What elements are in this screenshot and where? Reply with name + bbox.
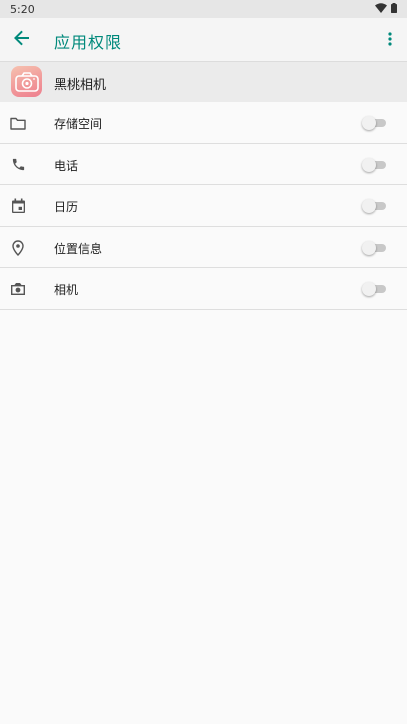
permission-row-phone[interactable]: 电话: [0, 144, 407, 185]
permission-row-storage[interactable]: 存储空间: [0, 102, 407, 144]
more-options-button[interactable]: [379, 26, 401, 54]
app-name: 黑桃相机: [54, 78, 107, 93]
toggle-thumb: [362, 240, 376, 255]
toggle-thumb: [362, 116, 376, 130]
permission-toggle-location[interactable]: [362, 240, 386, 255]
app-header: 黑桃相机: [0, 61, 407, 102]
status-bar: 5:20: [0, 0, 407, 18]
permission-toggle-calendar[interactable]: [362, 199, 386, 213]
camera-icon: [9, 280, 27, 298]
toggle-thumb: [362, 199, 376, 213]
more-vert-icon: [388, 31, 392, 50]
app-bar: 应用权限: [0, 18, 407, 61]
status-time: 5:20: [10, 2, 35, 16]
folder-icon: [9, 114, 27, 132]
back-button[interactable]: [8, 26, 36, 54]
phone-icon: [9, 156, 27, 174]
toggle-thumb: [362, 282, 376, 296]
page-title: 应用权限: [54, 33, 123, 52]
permission-label: 相机: [54, 283, 79, 297]
calendar-icon: [9, 197, 27, 215]
wifi-icon: [375, 2, 387, 16]
battery-icon: [391, 2, 397, 16]
permission-row-camera[interactable]: 相机: [0, 268, 407, 310]
location-icon: [9, 239, 27, 257]
permission-label: 日历: [54, 200, 79, 214]
permission-toggle-camera[interactable]: [362, 282, 386, 296]
permission-label: 位置信息: [54, 241, 103, 256]
permission-list: 存储空间 电话 日历 位置信息 相机: [0, 102, 407, 310]
permission-row-location[interactable]: 位置信息: [0, 227, 407, 268]
arrow-back-icon: [14, 30, 30, 50]
toggle-thumb: [362, 157, 376, 172]
permission-label: 电话: [54, 158, 79, 173]
status-icons: [375, 2, 397, 16]
permission-row-calendar[interactable]: 日历: [0, 185, 407, 227]
permission-toggle-phone[interactable]: [362, 157, 386, 172]
permission-label: 存储空间: [54, 117, 103, 131]
permission-toggle-storage[interactable]: [362, 116, 386, 130]
camera-app-icon: [11, 66, 42, 97]
